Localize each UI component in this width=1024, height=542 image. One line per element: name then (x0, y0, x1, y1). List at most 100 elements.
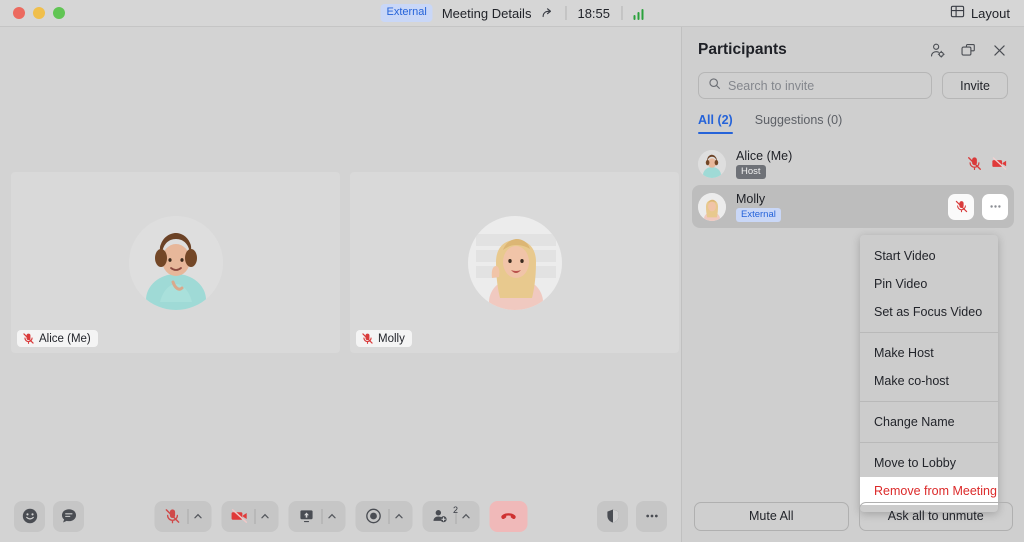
panel-footer: Mute All Ask all to unmute (682, 490, 1024, 542)
reactions-button[interactable] (14, 500, 45, 532)
camera-control[interactable] (221, 500, 278, 532)
record-button[interactable] (358, 507, 388, 525)
microphone-muted-icon (22, 332, 35, 345)
add-participant-icon (431, 507, 449, 525)
status-badge: Host (736, 164, 766, 179)
meeting-toolbar: 2 (0, 490, 681, 542)
menu-item-pin-video[interactable]: Pin Video (860, 270, 998, 298)
list-item[interactable]: Alice (Me) Host (692, 142, 1014, 185)
meeting-details-label[interactable]: Meeting Details (442, 6, 532, 21)
emoji-smiley-icon (21, 507, 39, 525)
share-screen-icon (298, 508, 314, 524)
list-item[interactable]: Molly External (692, 185, 1014, 228)
popout-window-icon[interactable] (960, 42, 977, 59)
minimize-window-button[interactable] (33, 7, 45, 19)
microphone-muted-icon (361, 332, 374, 345)
participants-options-button[interactable] (456, 512, 476, 521)
close-window-button[interactable] (13, 7, 25, 19)
chat-bubble-icon (60, 507, 78, 525)
status-badge: External (736, 207, 781, 222)
participant-name: Molly (736, 191, 766, 206)
network-signal-icon (633, 7, 644, 20)
title-bar: External Meeting Details 18:55 Layout (0, 0, 1024, 27)
microphone-control[interactable] (154, 500, 211, 532)
invite-row: Invite (682, 59, 1024, 99)
more-options-button[interactable] (636, 500, 667, 532)
tab-all[interactable]: All (2) (698, 113, 733, 134)
meeting-info: External Meeting Details 18:55 (380, 0, 644, 27)
tile-name-chip: Alice (Me) (17, 330, 98, 347)
layout-label: Layout (970, 5, 1010, 21)
mute-all-button[interactable]: Mute All (694, 501, 849, 531)
menu-item-make-host[interactable]: Make Host (860, 339, 998, 367)
security-button[interactable] (597, 500, 628, 532)
video-tile[interactable]: Molly (350, 172, 679, 353)
record-control[interactable] (355, 500, 412, 532)
end-call-button[interactable] (489, 500, 527, 532)
record-icon (364, 507, 382, 525)
participants-control[interactable]: 2 (422, 500, 479, 532)
camera-toggle-button[interactable] (224, 507, 254, 525)
participant-context-menu: Start Video Pin Video Set as Focus Video… (860, 235, 998, 512)
tile-name-chip: Molly (356, 330, 412, 347)
invite-button[interactable]: Invite (942, 72, 1008, 99)
video-tile-grid: Alice (Me) Molly (11, 172, 679, 353)
tab-suggestions[interactable]: Suggestions (0) (755, 113, 843, 134)
maximize-window-button[interactable] (53, 7, 65, 19)
participants-button[interactable]: 2 (425, 505, 458, 525)
camera-off-icon[interactable] (991, 155, 1008, 172)
microphone-muted-icon (163, 507, 181, 525)
microphone-options-button[interactable] (188, 512, 208, 521)
participants-count-badge: 2 (452, 505, 458, 515)
share-screen-button[interactable] (291, 508, 321, 524)
grid-layout-icon (950, 4, 965, 22)
manage-participants-icon[interactable] (929, 42, 946, 59)
search-input[interactable] (728, 78, 923, 93)
video-stage: Alice (Me) Molly 2 (0, 27, 681, 542)
more-horizontal-icon (644, 508, 660, 524)
video-tile[interactable]: Alice (Me) (11, 172, 340, 353)
divider (565, 6, 567, 20)
chat-button[interactable] (53, 500, 84, 532)
microphone-muted-icon[interactable] (966, 155, 983, 172)
shield-icon (605, 508, 621, 524)
end-call-icon (499, 507, 517, 525)
close-icon[interactable] (991, 42, 1008, 59)
camera-options-button[interactable] (255, 512, 275, 521)
panel-header: Participants (682, 27, 1024, 59)
record-options-button[interactable] (389, 512, 409, 521)
menu-item-change-name[interactable]: Change Name (860, 408, 998, 436)
external-badge: External (380, 4, 433, 22)
menu-item-move-to-lobby[interactable]: Move to Lobby (860, 449, 998, 477)
participants-list: Alice (Me) Host Molly External (682, 134, 1024, 228)
menu-item-start-video[interactable]: Start Video (860, 242, 998, 270)
alice-avatar (128, 215, 223, 310)
participants-panel: Participants Search to invite Invite All… (681, 27, 1024, 542)
more-options-icon[interactable] (982, 193, 1008, 220)
divider (621, 6, 623, 20)
meeting-window: External Meeting Details 18:55 Layout Al… (0, 0, 1024, 542)
menu-item-make-cohost[interactable]: Make co-host (860, 367, 998, 395)
search-icon (708, 77, 721, 95)
ask-all-to-unmute-button[interactable]: Ask all to unmute (858, 501, 1013, 531)
menu-separator (860, 401, 998, 402)
window-controls[interactable] (0, 7, 65, 19)
avatar (698, 149, 726, 178)
menu-item-set-focus-video[interactable]: Set as Focus Video (860, 298, 998, 326)
tile-name-label: Alice (Me) (39, 332, 91, 345)
share-options-button[interactable] (322, 512, 342, 521)
share-arrow-icon[interactable] (540, 6, 554, 20)
participant-name: Alice (Me) (736, 148, 793, 163)
microphone-muted-icon[interactable] (948, 193, 974, 220)
panel-title: Participants (698, 41, 787, 58)
search-input-wrapper[interactable] (698, 72, 933, 99)
microphone-toggle-button[interactable] (157, 507, 187, 525)
avatar (698, 192, 726, 221)
layout-button[interactable]: Layout (950, 4, 1010, 22)
molly-avatar (467, 215, 562, 310)
menu-separator (860, 332, 998, 333)
camera-off-icon (230, 507, 248, 525)
tile-name-label: Molly (378, 332, 405, 345)
share-screen-control[interactable] (288, 500, 345, 532)
meeting-timer: 18:55 (577, 5, 611, 21)
